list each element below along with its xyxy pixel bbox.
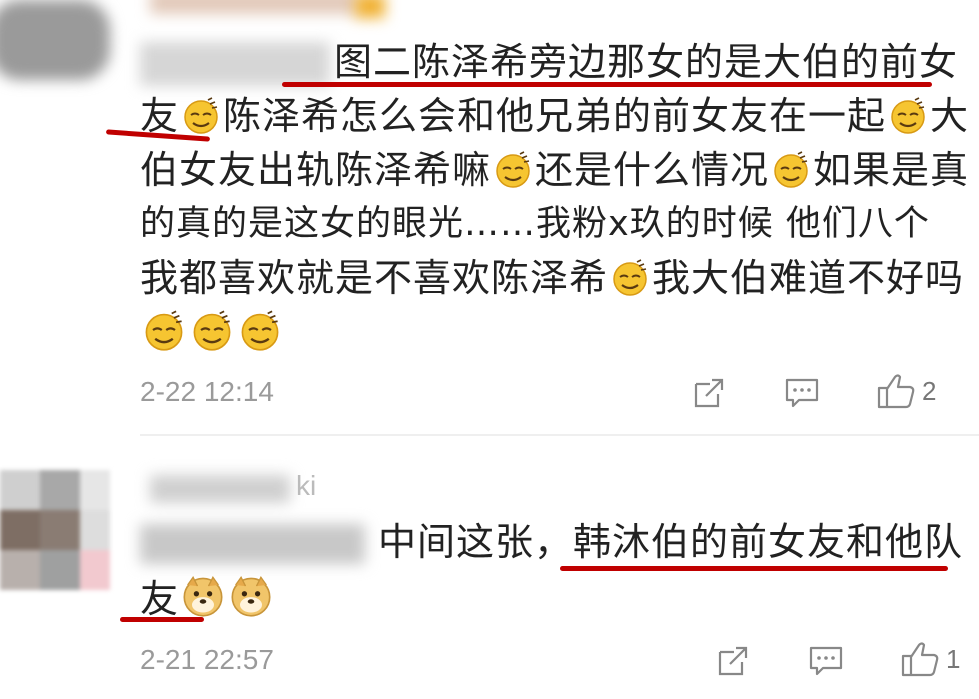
sweat-smile-emoji-icon bbox=[241, 310, 279, 351]
avatar[interactable] bbox=[0, 0, 110, 80]
share-button[interactable] bbox=[692, 376, 726, 410]
username[interactable] bbox=[150, 0, 360, 14]
username[interactable]: ki bbox=[296, 470, 316, 502]
highlight-underline bbox=[282, 82, 932, 87]
username-blurred[interactable] bbox=[150, 475, 290, 503]
like-count: 1 bbox=[946, 643, 961, 674]
comment-text-line: 图二陈泽希旁边那女的是大伯的前女 bbox=[334, 40, 959, 84]
vip-badge-icon bbox=[355, 0, 385, 18]
doge-emoji-icon bbox=[231, 576, 271, 617]
sweat-smile-emoji-icon bbox=[774, 151, 808, 188]
sweat-smile-emoji-icon bbox=[496, 151, 530, 188]
like-count: 2 bbox=[922, 375, 937, 406]
comment-text-line: 伯女友出轨陈泽希嘛 还是什么情况 如果是真 bbox=[140, 148, 970, 192]
share-icon bbox=[718, 646, 748, 676]
comment-emoji-row bbox=[140, 308, 284, 355]
comment-icon bbox=[785, 378, 819, 408]
thumbs-up-icon bbox=[901, 642, 939, 677]
sweat-smile-emoji-icon bbox=[145, 310, 183, 351]
share-button[interactable] bbox=[716, 644, 750, 678]
mention-link[interactable] bbox=[140, 42, 330, 86]
comment-timestamp: 2-22 12:14 bbox=[140, 376, 274, 407]
comment-text-line: 友 bbox=[140, 574, 275, 621]
doge-emoji-icon bbox=[183, 576, 223, 617]
reply-button[interactable] bbox=[784, 376, 820, 410]
like-button[interactable]: 2 bbox=[876, 372, 936, 410]
comment-divider bbox=[140, 434, 979, 436]
sweat-smile-emoji-icon bbox=[613, 259, 647, 296]
comment-text-line: 我都喜欢就是不喜欢陈泽希 我大伯难道不好吗 bbox=[140, 256, 965, 300]
thumbs-up-icon bbox=[877, 374, 915, 409]
highlight-underline bbox=[120, 617, 204, 622]
sweat-smile-emoji-icon bbox=[891, 97, 925, 134]
sweat-smile-emoji-icon bbox=[193, 310, 231, 351]
comment-text-line: 的真的是这女的眼光……我粉x玖的时候 他们八个 bbox=[140, 204, 930, 244]
mention-link[interactable] bbox=[140, 524, 365, 564]
sweat-smile-emoji-icon bbox=[184, 97, 218, 134]
like-button[interactable]: 1 bbox=[900, 640, 960, 678]
comment-icon bbox=[809, 646, 843, 676]
avatar[interactable] bbox=[0, 470, 110, 590]
comment-text-line: 友陈泽希怎么会和他兄弟的前女友在一起大 bbox=[140, 94, 970, 138]
comment-timestamp: 2-21 22:57 bbox=[140, 644, 274, 675]
reply-button[interactable] bbox=[808, 644, 844, 678]
comment-text-line: 中间这张，韩沐伯的前女友和他队 bbox=[378, 520, 964, 564]
highlight-underline bbox=[560, 566, 948, 571]
share-icon bbox=[694, 378, 724, 408]
